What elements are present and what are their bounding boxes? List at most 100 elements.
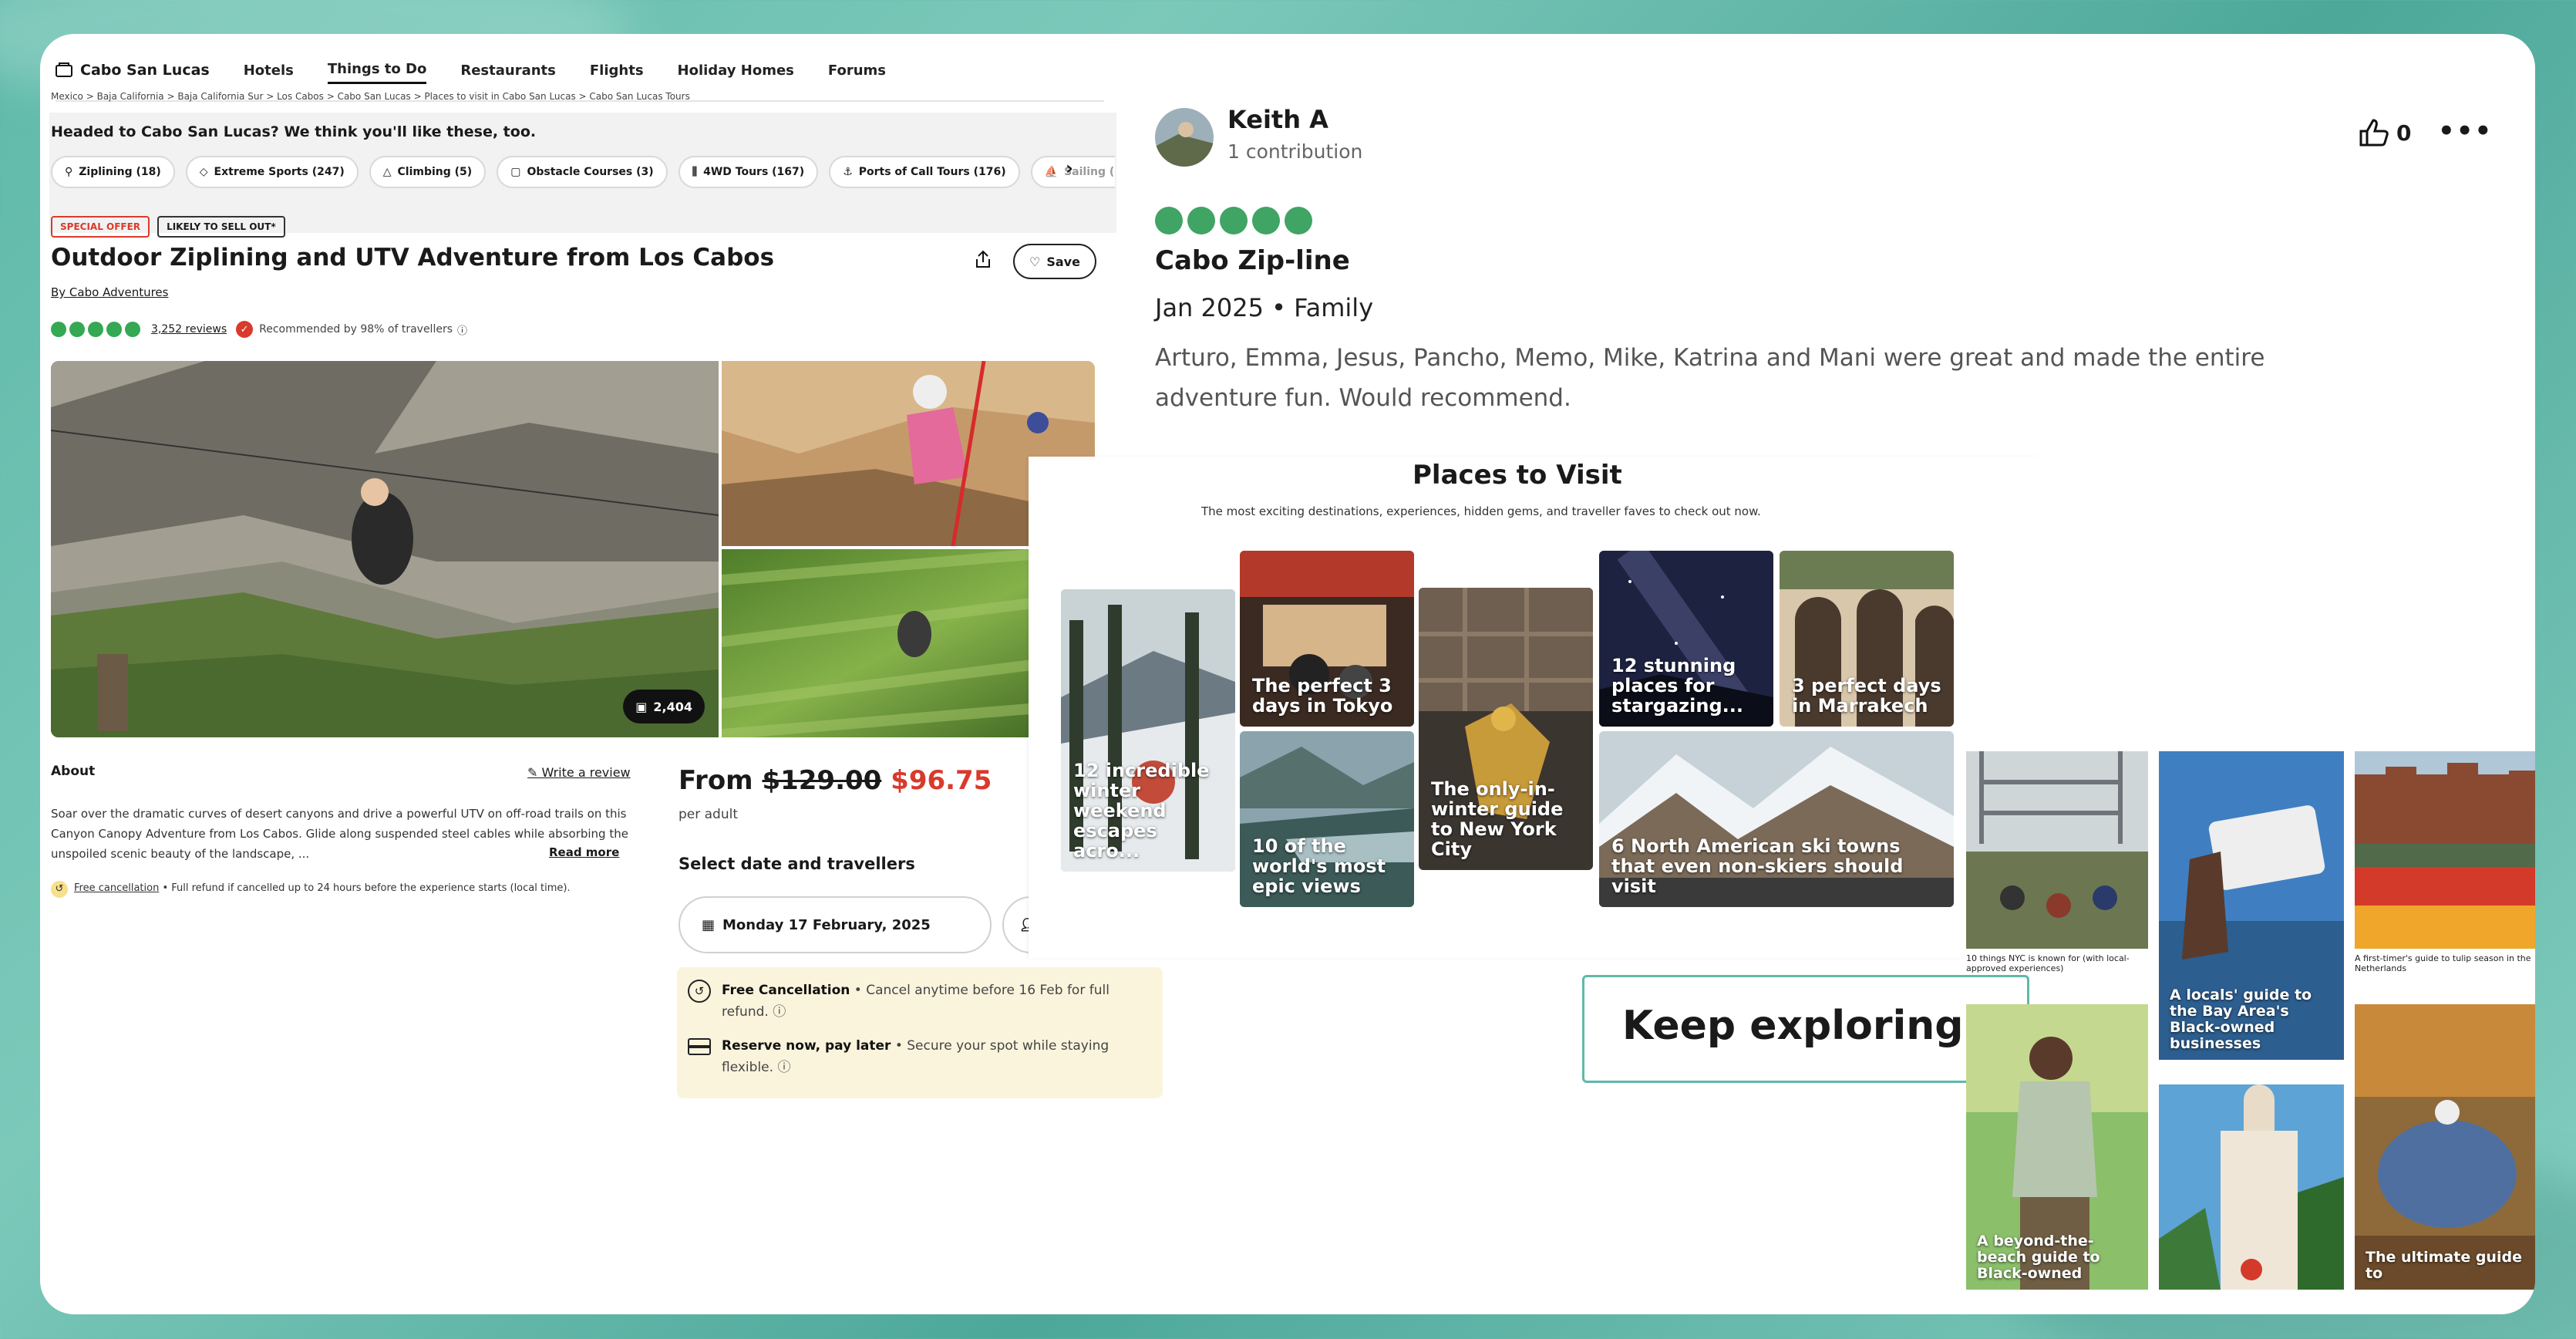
free-cancel-row: ↺ Free cancellation • Full refund if can… bbox=[51, 881, 645, 898]
pencil-icon: ✎ bbox=[527, 765, 542, 780]
explore-tile-church[interactable] bbox=[2159, 1084, 2344, 1290]
rating-bubble bbox=[1285, 207, 1312, 234]
chip-4wd[interactable]: ⫼ 4WD Tours (167) bbox=[678, 156, 819, 188]
keep-exploring-title: Keep exploring bbox=[1622, 1003, 1964, 1049]
place-tile-tokyo[interactable]: The perfect 3 days in Tokyo bbox=[1240, 551, 1414, 727]
heart-icon: ♡ bbox=[1029, 254, 1041, 269]
award-icon: ✓ bbox=[236, 321, 254, 338]
select-heading: Select date and travellers bbox=[679, 855, 915, 873]
review-rating-bubbles bbox=[1155, 207, 1317, 234]
anchor-icon: ⚓ bbox=[843, 166, 853, 178]
screenshot-card: Cabo San Lucas Hotels Things to Do Resta… bbox=[40, 34, 2535, 1314]
price-row: From $129.00 $96.75 bbox=[679, 765, 992, 796]
explore-tile-tulips[interactable] bbox=[2355, 751, 2535, 949]
rating-bubble bbox=[88, 322, 103, 337]
chip-ziplining[interactable]: ⚲ Ziplining (18) bbox=[51, 156, 175, 188]
product-rating: 3,252 reviews ✓ Recommended by 98% of tr… bbox=[51, 321, 467, 338]
operator-link[interactable]: By Cabo Adventures bbox=[51, 285, 168, 299]
place-tile-stargazing[interactable]: 12 stunning places for stargazing... bbox=[1599, 551, 1773, 727]
benefit-free-cancel: ↺ Free Cancellation • Cancel anytime bef… bbox=[688, 980, 1157, 1023]
rating-bubble bbox=[1187, 207, 1215, 234]
avatar[interactable] bbox=[1155, 108, 1214, 167]
nav-logo[interactable]: Cabo San Lucas bbox=[56, 62, 210, 79]
main-photo[interactable]: ▣ 2,404 bbox=[51, 361, 719, 737]
zipline-icon: ⚲ bbox=[65, 166, 73, 178]
place-tile-winter-escapes[interactable]: 12 incredible winter weekend escapes acr… bbox=[1061, 589, 1235, 872]
explore-sub-tulips: A first-timer's guide to tulip season in… bbox=[2355, 953, 2531, 973]
place-tile-marrakech[interactable]: 3 perfect days in Marrakech bbox=[1780, 551, 1954, 727]
review-title: Cabo Zip-line bbox=[1155, 245, 1350, 276]
nav-things-to-do[interactable]: Things to Do bbox=[327, 56, 427, 84]
explore-tile-nyc[interactable] bbox=[1966, 751, 2148, 949]
chevron-right-icon[interactable]: › bbox=[1066, 157, 1073, 179]
rating-bubbles bbox=[51, 322, 143, 337]
rating-bubble bbox=[51, 322, 66, 337]
photo-count-button[interactable]: ▣ 2,404 bbox=[623, 690, 705, 723]
hotel-icon bbox=[56, 62, 72, 77]
thumbs-up-icon bbox=[2359, 119, 2389, 147]
share-icon[interactable] bbox=[975, 250, 992, 272]
per-adult: per adult bbox=[679, 807, 739, 822]
nav-restaurants[interactable]: Restaurants bbox=[460, 58, 556, 83]
card-icon bbox=[688, 1038, 711, 1055]
more-options-icon[interactable]: ••• bbox=[2438, 116, 2493, 147]
about-heading: About bbox=[51, 764, 96, 779]
road-icon: ⫼ bbox=[692, 166, 698, 178]
new-price: $96.75 bbox=[891, 765, 992, 796]
rating-bubble bbox=[125, 322, 140, 337]
rating-bubble bbox=[106, 322, 122, 337]
save-button[interactable]: ♡ Save bbox=[1013, 244, 1096, 279]
badge-row: SPECIAL OFFER LIKELY TO SELL OUT* bbox=[51, 216, 285, 238]
helpful-vote[interactable]: 0 bbox=[2358, 119, 2411, 147]
rating-bubble bbox=[69, 322, 85, 337]
chip-obstacle[interactable]: ▢ Obstacle Courses (3) bbox=[497, 156, 668, 188]
refund-icon: ↺ bbox=[688, 980, 711, 1003]
breadcrumb[interactable]: Mexico > Baja California > Baja Californ… bbox=[51, 91, 690, 102]
explore-tile-ultimate[interactable]: The ultimate guide to bbox=[2355, 1004, 2535, 1290]
read-more-link[interactable]: Read more bbox=[544, 845, 620, 859]
contribution-count: 1 contribution bbox=[1227, 140, 1363, 163]
calendar-icon: ▦ bbox=[702, 916, 716, 933]
write-review-link[interactable]: ✎ Write a review bbox=[527, 765, 631, 780]
review-body-line2: adventure fun. Would recommend. bbox=[1155, 384, 1571, 412]
rating-bubble bbox=[1155, 207, 1183, 234]
places-title: Places to Visit bbox=[1413, 460, 1622, 491]
rating-bubble bbox=[1220, 207, 1248, 234]
reviews-link[interactable]: 3,252 reviews bbox=[151, 323, 227, 336]
refund-icon: ↺ bbox=[51, 881, 68, 898]
rating-bubble bbox=[1252, 207, 1280, 234]
chip-row: ⚲ Ziplining (18) ◇ Extreme Sports (247) △ C… bbox=[51, 156, 1115, 193]
explore-tile-bay-area[interactable]: A locals' guide to the Bay Area's Black-… bbox=[2159, 751, 2344, 1060]
chip-extreme-sports[interactable]: ◇ Extreme Sports (247) bbox=[185, 156, 359, 188]
place-tile-new-york[interactable]: The only-in-winter guide to New York Cit… bbox=[1419, 588, 1593, 870]
place-tile-ski-towns[interactable]: 6 North American ski towns that even non… bbox=[1599, 731, 1954, 907]
free-cancel-link[interactable]: Free cancellation bbox=[74, 882, 159, 894]
info-icon[interactable]: ⓘ bbox=[777, 1060, 790, 1075]
special-offer-badge: SPECIAL OFFER bbox=[51, 216, 150, 238]
benefit-reserve: Reserve now, pay later • Secure your spo… bbox=[688, 1035, 1157, 1078]
nav-logo-label: Cabo San Lucas bbox=[80, 62, 210, 79]
explore-tile-beach[interactable]: A beyond-the-beach guide to Black-owned bbox=[1966, 1004, 2148, 1290]
reviewer-name[interactable]: Keith A bbox=[1227, 105, 1328, 134]
square-icon: ▢ bbox=[510, 166, 521, 178]
nav-flights[interactable]: Flights bbox=[590, 58, 644, 83]
place-tile-epic-views[interactable]: 10 of the world's most epic views bbox=[1240, 731, 1414, 907]
image-icon: ▣ bbox=[635, 699, 648, 714]
nav-holiday-homes[interactable]: Holiday Homes bbox=[678, 58, 794, 83]
nav-forums[interactable]: Forums bbox=[828, 58, 886, 83]
mountain-icon: △ bbox=[382, 166, 392, 178]
recommended-text: Recommended by 98% of travellers bbox=[259, 323, 453, 336]
headed-text: Headed to Cabo San Lucas? We think you'l… bbox=[51, 123, 537, 140]
chip-climbing[interactable]: △ Climbing (5) bbox=[369, 156, 487, 188]
date-picker[interactable]: ▦ Monday 17 February, 2025 bbox=[679, 896, 992, 953]
review-meta: Jan 2025 • Family bbox=[1155, 293, 1374, 322]
old-price: $129.00 bbox=[762, 765, 882, 796]
info-icon[interactable]: ⓘ bbox=[773, 1004, 786, 1020]
chip-ports[interactable]: ⚓ Ports of Call Tours (176) bbox=[829, 156, 1020, 188]
nav-hotels[interactable]: Hotels bbox=[244, 58, 294, 83]
info-icon[interactable]: ⓘ bbox=[457, 322, 467, 337]
explore-sub-nyc: 10 things NYC is known for (with local-a… bbox=[1966, 953, 2130, 973]
places-subtitle: The most exciting destinations, experien… bbox=[1201, 504, 1761, 518]
review-body-line1: Arturo, Emma, Jesus, Pancho, Memo, Mike,… bbox=[1155, 344, 2265, 372]
diamond-icon: ◇ bbox=[199, 166, 208, 178]
